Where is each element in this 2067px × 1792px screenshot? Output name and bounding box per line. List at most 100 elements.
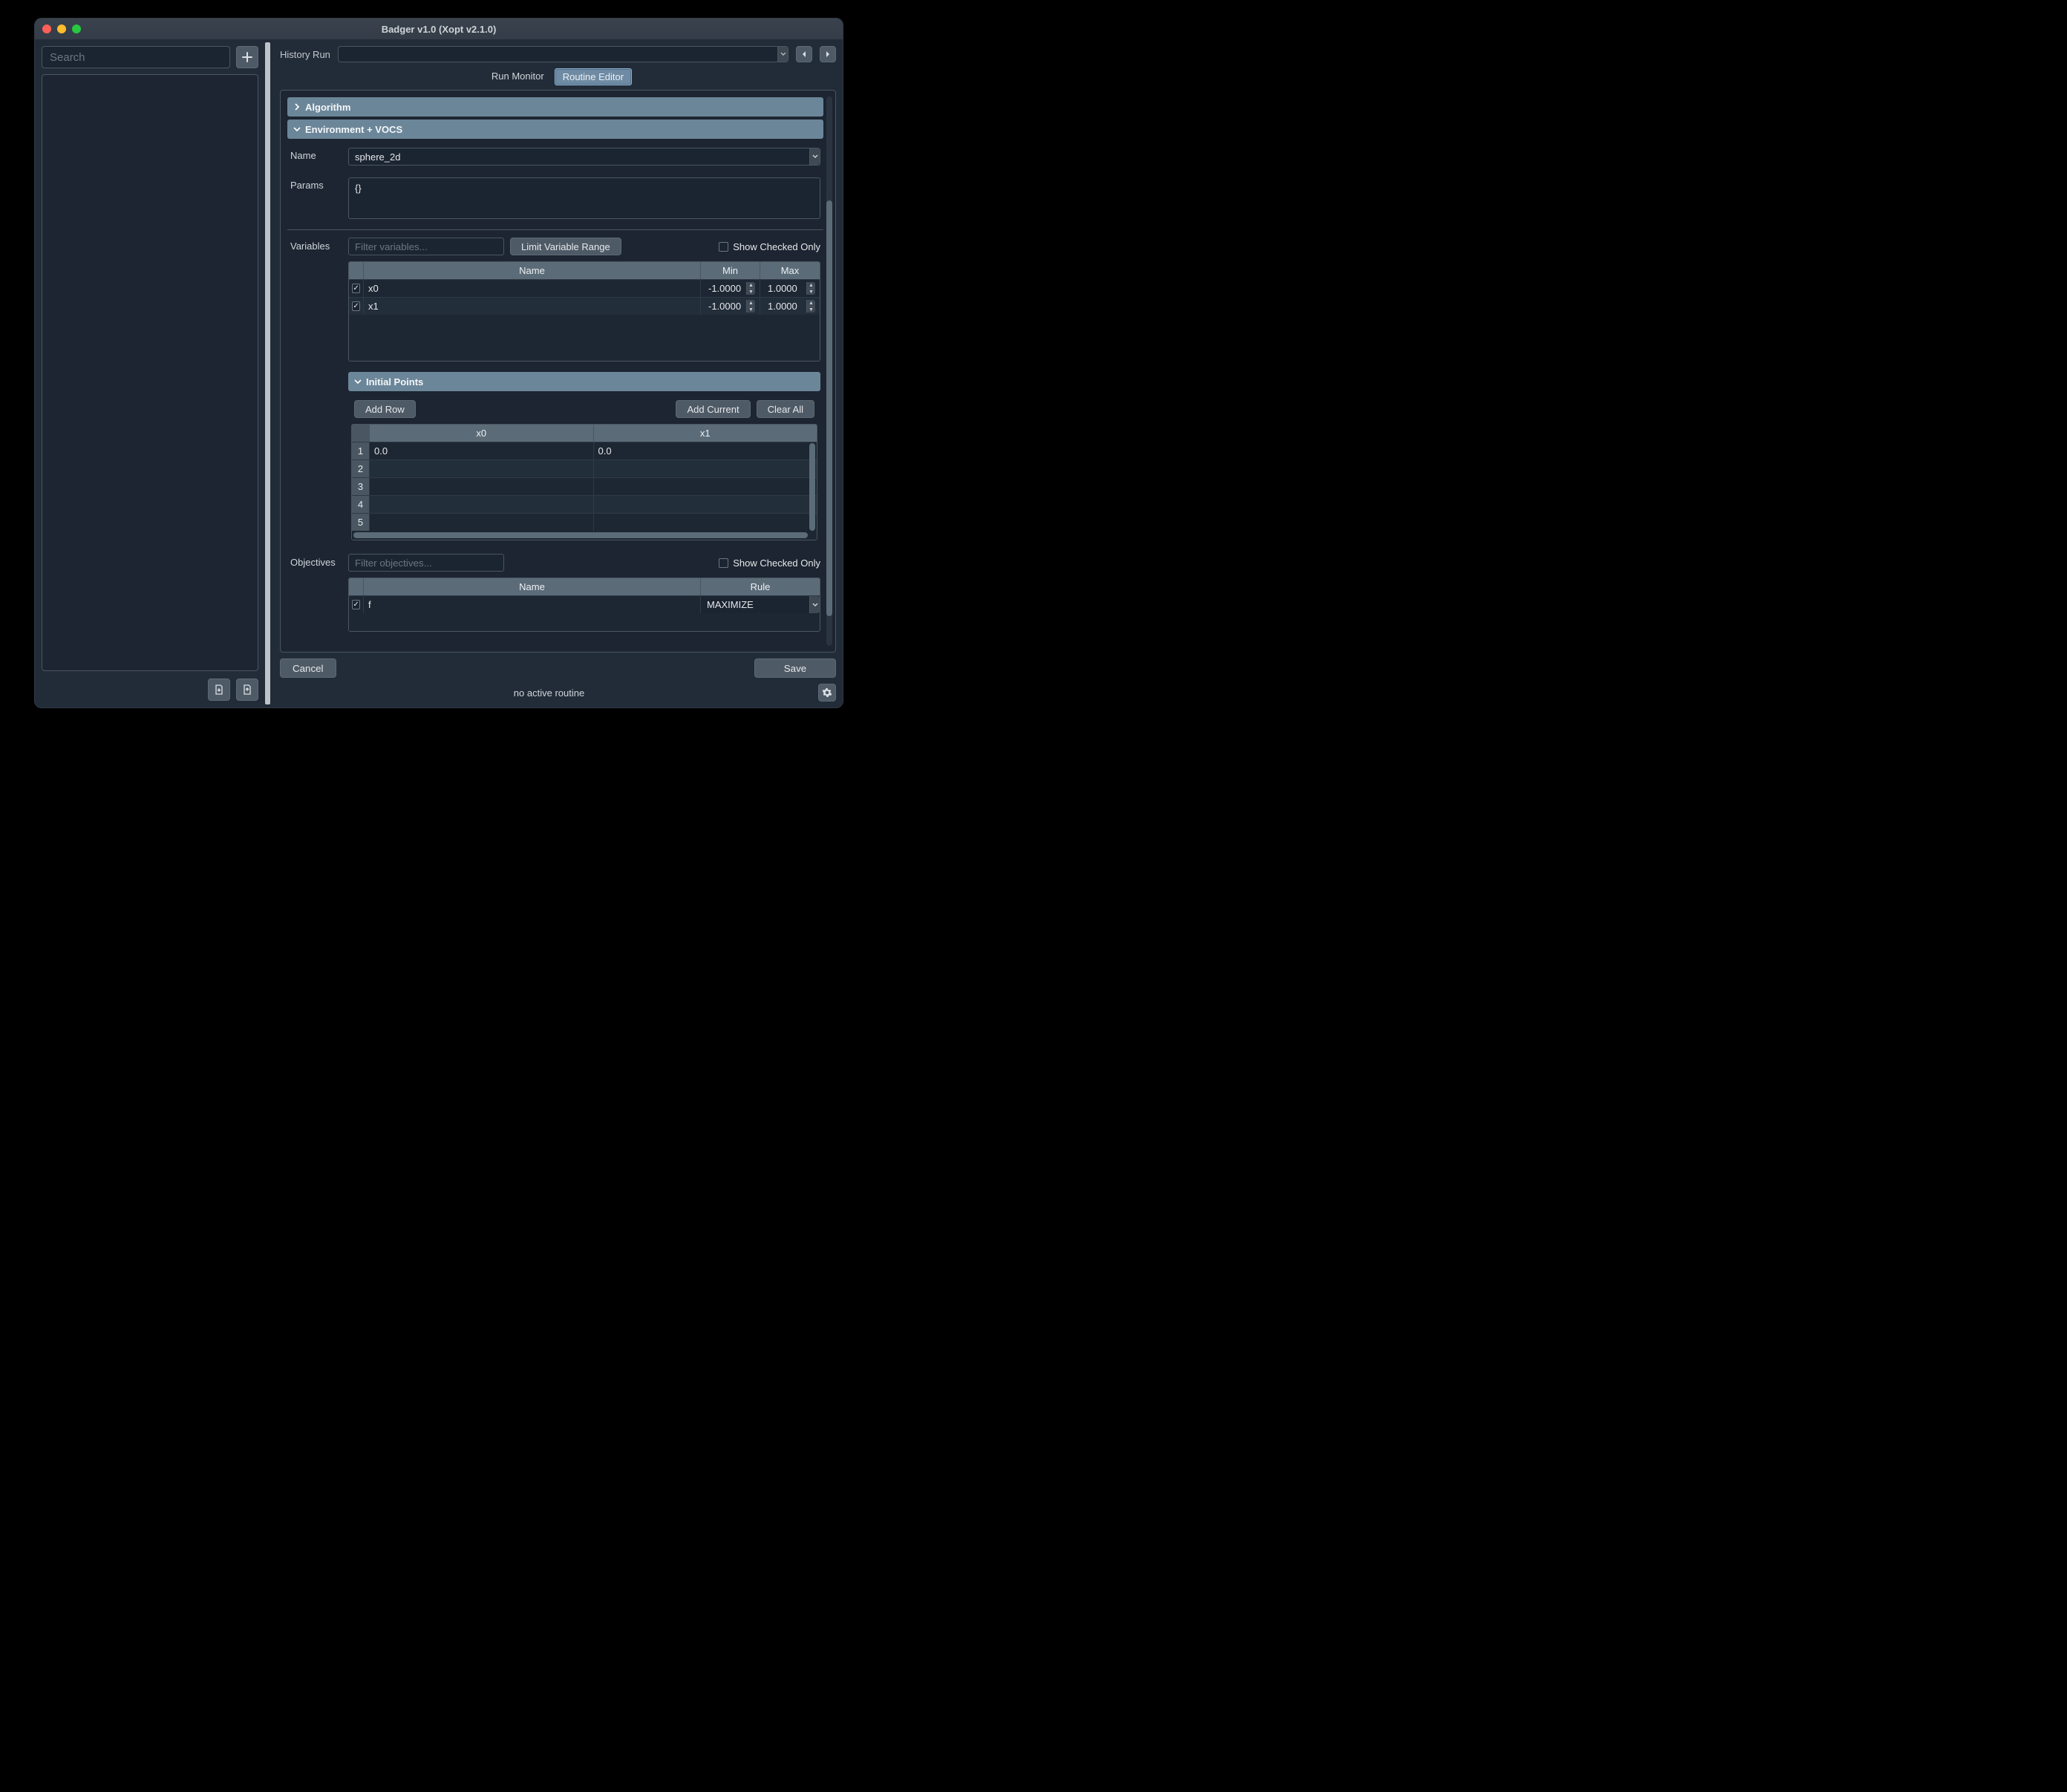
ip-cell[interactable]: [594, 514, 817, 531]
tab-routine-editor[interactable]: Routine Editor: [555, 68, 632, 85]
gear-icon: [822, 687, 832, 698]
plus-icon: [242, 52, 252, 62]
variable-row-checkbox[interactable]: [352, 284, 359, 293]
add-row-button[interactable]: Add Row: [354, 400, 416, 418]
routine-list[interactable]: [42, 74, 258, 671]
section-title-env: Environment + VOCS: [305, 124, 402, 135]
objectives-header-rule[interactable]: Rule: [701, 578, 820, 595]
objective-row-name[interactable]: f: [364, 596, 701, 613]
cancel-button[interactable]: Cancel: [280, 658, 336, 678]
env-params-label: Params: [290, 177, 339, 191]
variables-header-check[interactable]: [349, 262, 364, 279]
ip-vertical-scrollbar[interactable]: [809, 443, 815, 531]
initial-points-table: x0 x1 1 0.0 0.0: [351, 424, 817, 540]
chevron-down-icon: [809, 148, 820, 165]
spin-down-icon: ▼: [809, 306, 814, 313]
variables-header-min[interactable]: Min: [701, 262, 760, 279]
objectives-header-check[interactable]: [349, 578, 364, 595]
variable-row-max-input[interactable]: 1.0000▲▼: [765, 282, 815, 295]
variables-filter-input[interactable]: [348, 238, 504, 255]
limit-variable-range-button[interactable]: Limit Variable Range: [510, 238, 621, 255]
variables-header-max[interactable]: Max: [760, 262, 820, 279]
splitter[interactable]: [265, 42, 270, 704]
clear-all-button[interactable]: Clear All: [757, 400, 814, 418]
chevron-down-icon: [809, 596, 820, 613]
ip-horizontal-scrollbar[interactable]: [353, 532, 808, 538]
variable-row-max-input[interactable]: 1.0000▲▼: [765, 300, 815, 313]
ip-cell[interactable]: [594, 478, 817, 495]
close-window-button[interactable]: [42, 24, 51, 33]
ip-cell[interactable]: [370, 514, 594, 531]
history-prev-button[interactable]: [796, 46, 812, 62]
variable-row-checkbox[interactable]: [352, 301, 359, 311]
search-input[interactable]: [42, 46, 230, 68]
objectives-show-checked-checkbox[interactable]: [719, 558, 728, 568]
objectives-show-checked-label: Show Checked Only: [733, 557, 820, 569]
zoom-window-button[interactable]: [72, 24, 81, 33]
section-title-initial-points: Initial Points: [366, 376, 423, 387]
ip-cell[interactable]: [594, 460, 817, 477]
history-run-select[interactable]: [338, 46, 788, 62]
triangle-right-icon: [825, 50, 831, 58]
save-button[interactable]: Save: [754, 658, 836, 678]
variable-row-name[interactable]: x0: [364, 280, 701, 297]
ip-header-index: [352, 425, 370, 442]
history-next-button[interactable]: [820, 46, 836, 62]
minimize-window-button[interactable]: [57, 24, 66, 33]
spin-down-icon: ▼: [809, 288, 814, 295]
spin-up-icon: ▲: [809, 300, 814, 306]
titlebar: Badger v1.0 (Xopt v2.1.0): [35, 19, 843, 39]
variable-row-min-input[interactable]: -1.0000▲▼: [705, 300, 755, 313]
content-area: History Run Run Monitor Routine Editor: [270, 39, 843, 707]
section-header-env[interactable]: Environment + VOCS: [287, 120, 823, 139]
variable-row-min-input[interactable]: -1.0000▲▼: [705, 282, 755, 295]
add-current-button[interactable]: Add Current: [676, 400, 750, 418]
ip-cell[interactable]: 0.0: [370, 442, 594, 460]
env-params-value: {}: [355, 183, 362, 194]
add-routine-button[interactable]: [236, 46, 258, 68]
export-button[interactable]: [208, 678, 230, 701]
history-run-label: History Run: [280, 49, 330, 60]
objectives-label: Objectives: [290, 554, 339, 568]
env-params-input[interactable]: {}: [348, 177, 820, 219]
spin-up-icon: ▲: [748, 300, 754, 306]
variable-row-name[interactable]: x1: [364, 298, 701, 315]
ip-row-index: 1: [352, 442, 370, 460]
objective-row-checkbox[interactable]: [352, 600, 359, 609]
tab-run-monitor[interactable]: Run Monitor: [484, 68, 552, 85]
spin-up-icon: ▲: [748, 282, 754, 288]
tabs: Run Monitor Routine Editor: [280, 68, 836, 85]
editor-scrollbar[interactable]: [823, 91, 835, 652]
spin-up-icon: ▲: [809, 282, 814, 288]
main-split: History Run Run Monitor Routine Editor: [35, 39, 843, 707]
spin-down-icon: ▼: [748, 306, 754, 313]
app-window: Badger v1.0 (Xopt v2.1.0): [34, 18, 843, 708]
file-import-icon: [242, 684, 252, 695]
window-controls: [42, 24, 81, 33]
ip-header-x1[interactable]: x1: [594, 425, 817, 442]
objective-row-rule-select[interactable]: MAXIMIZE: [701, 596, 820, 613]
ip-cell[interactable]: [370, 496, 594, 513]
file-export-icon: [214, 684, 224, 695]
ip-cell[interactable]: [594, 496, 817, 513]
ip-cell[interactable]: 0.0: [594, 442, 817, 460]
settings-button[interactable]: [818, 684, 836, 702]
sidebar: [35, 39, 265, 707]
objectives-header-name[interactable]: Name: [364, 578, 701, 595]
ip-row-index: 5: [352, 514, 370, 531]
variables-show-checked-checkbox[interactable]: [719, 242, 728, 252]
variables-table: Name Min Max x0 -1.0000▲▼ 1.00: [348, 261, 820, 362]
env-name-select[interactable]: sphere_2d: [348, 148, 820, 166]
section-header-algorithm[interactable]: Algorithm: [287, 97, 823, 117]
ip-header-x0[interactable]: x0: [370, 425, 594, 442]
variables-header-name[interactable]: Name: [364, 262, 701, 279]
divider: [287, 229, 823, 230]
section-header-initial-points[interactable]: Initial Points: [348, 372, 820, 391]
objectives-filter-input[interactable]: [348, 554, 504, 572]
chevron-down-icon: [354, 378, 362, 385]
import-button[interactable]: [236, 678, 258, 701]
window-title: Badger v1.0 (Xopt v2.1.0): [35, 24, 843, 35]
ip-cell[interactable]: [370, 460, 594, 477]
ip-row-index: 2: [352, 460, 370, 477]
ip-cell[interactable]: [370, 478, 594, 495]
